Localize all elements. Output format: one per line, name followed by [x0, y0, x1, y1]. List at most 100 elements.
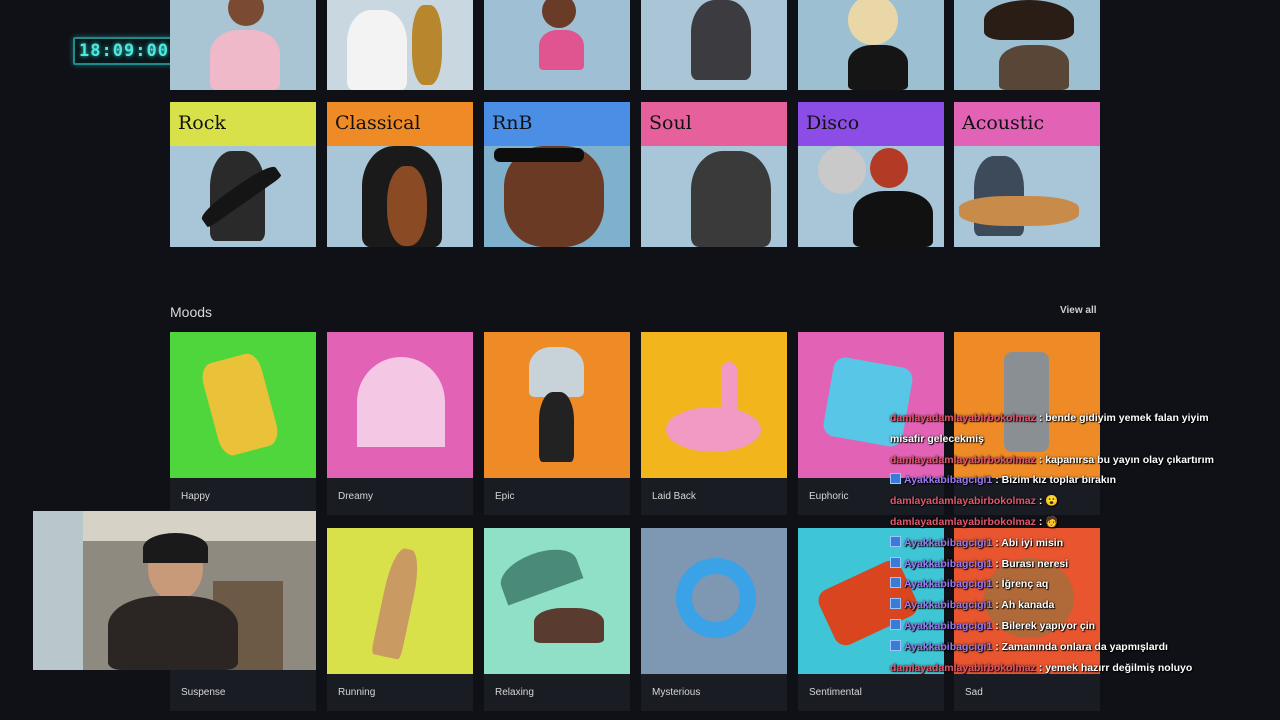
sunglasses [494, 148, 584, 162]
mood-label: Laid Back [652, 491, 696, 502]
mood-label: Sad [965, 687, 983, 698]
genre-tile-disco[interactable]: Disco [798, 102, 944, 247]
figure-body [848, 45, 908, 90]
subscriber-badge-icon [890, 535, 901, 547]
cowboy-hat [984, 0, 1074, 40]
mood-card-epic[interactable]: Epic [484, 332, 630, 515]
mood-card-running[interactable]: Running [327, 528, 473, 711]
ceiling [83, 511, 316, 541]
genre-label: RnB [484, 102, 630, 146]
genre-label: Classical [327, 102, 473, 146]
chat-username: Ayakkabibagcigi1 [904, 578, 993, 591]
view-all-link[interactable]: View all [1060, 305, 1097, 316]
genre-tile-rnb[interactable]: RnB [484, 102, 630, 247]
motorcycle [539, 392, 574, 462]
genre-tile-acoustic[interactable]: Acoustic [954, 102, 1100, 247]
mood-art [327, 332, 473, 478]
chat-username: damlayadamlayabirbokolmaz [890, 515, 1036, 528]
mood-label: Dreamy [338, 491, 374, 502]
figure-body [999, 45, 1069, 90]
chat-username: damlayadamlayabirbokolmaz [890, 661, 1036, 674]
figure-body [210, 30, 280, 90]
singer [691, 151, 771, 247]
photo-tile-6[interactable] [954, 0, 1100, 90]
chat-username: Ayakkabibagcigi1 [904, 536, 993, 549]
smiley-stack [198, 350, 282, 459]
chat-message: damlayadamlayabirbokolmaz : 😮 [890, 491, 1230, 512]
chat-text: : Burası neresi [992, 557, 1069, 570]
glass-ring [676, 558, 756, 638]
disco-ball [818, 146, 866, 194]
figure-head [228, 0, 264, 26]
genre-tile-soul[interactable]: Soul [641, 102, 787, 247]
mood-card-mysterious[interactable]: Mysterious [641, 528, 787, 711]
chat-message: Ayakkabibagcigi1 : Bilerek yapıyor çin [890, 616, 1230, 637]
chat-message: Ayakkabibagcigi1 : Ah kanada [890, 595, 1230, 616]
genre-image [954, 146, 1100, 247]
chat-text: : Bizim kız toplar bırakın [992, 474, 1117, 487]
dream-arch [357, 357, 445, 447]
photo-tile-2[interactable] [327, 0, 473, 90]
mood-card-happy[interactable]: Happy [170, 332, 316, 515]
chat-username: damlayadamlayabirbokolmaz [890, 453, 1036, 466]
photo-tile-5[interactable] [798, 0, 944, 90]
wooden-mannequin [370, 546, 424, 660]
photo-tile-1[interactable] [170, 0, 316, 90]
figure-body [853, 191, 933, 247]
chat-text: : 😮 [1035, 495, 1059, 508]
chat-username: Ayakkabibagcigi1 [904, 599, 993, 612]
chat-message: Ayakkabibagcigi1 : Bizim kız toplar bıra… [890, 470, 1230, 491]
genre-image [798, 146, 944, 247]
mood-label: Relaxing [495, 687, 534, 698]
mood-art [484, 528, 630, 674]
mood-card-dreamy[interactable]: Dreamy [327, 332, 473, 515]
genre-label: Disco [798, 102, 944, 146]
mood-label: Happy [181, 491, 210, 502]
chat-username: damlayadamlayabirbokolmaz [890, 495, 1036, 508]
genre-label: Acoustic [954, 102, 1100, 146]
headphones [143, 533, 208, 563]
photo-tile-4[interactable] [641, 0, 787, 90]
picnic-people [534, 608, 604, 643]
chat-text: : İğrenç aq [992, 578, 1049, 591]
genre-image [641, 146, 787, 247]
figure-body [539, 30, 584, 70]
mood-card-relaxing[interactable]: Relaxing [484, 528, 630, 711]
mood-art [641, 332, 787, 478]
mood-card-laid-back[interactable]: Laid Back [641, 332, 787, 515]
figure-body [347, 10, 407, 90]
chat-text: : Zamanında onlara da yapmışlardı [992, 640, 1168, 653]
mood-label: Sentimental [809, 687, 862, 698]
chat-message: damlayadamlayabirbokolmaz : bende gidiyi… [890, 408, 1230, 450]
chat-username: Ayakkabibagcigi1 [904, 557, 993, 570]
chat-message: Ayakkabibagcigi1 : İğrenç aq [890, 574, 1230, 595]
genre-image [327, 146, 473, 247]
chat-username: Ayakkabibagcigi1 [904, 619, 993, 632]
chat-message: Ayakkabibagcigi1 : Burası neresi [890, 554, 1230, 575]
mood-art [641, 528, 787, 674]
chat-username: Ayakkabibagcigi1 [904, 474, 993, 487]
stream-clock: 18:09:00 [73, 37, 175, 65]
mood-label: Running [338, 687, 376, 698]
chat-message: damlayadamlayabirbokolmaz : kapanırsa bu… [890, 450, 1230, 471]
mood-label: Mysterious [652, 687, 701, 698]
subscriber-badge-icon [890, 618, 901, 630]
genre-tile-rock[interactable]: Rock [170, 102, 316, 247]
photo-tile-3[interactable] [484, 0, 630, 90]
subscriber-badge-icon [890, 577, 901, 589]
genre-tile-classical[interactable]: Classical [327, 102, 473, 247]
chat-message: Ayakkabibagcigi1 : Abi iyi misin [890, 533, 1230, 554]
chat-overlay: damlayadamlayabirbokolmaz : bende gidiyi… [890, 408, 1230, 678]
mood-art [484, 332, 630, 478]
chat-message: Ayakkabibagcigi1 : Zamanında onlara da y… [890, 637, 1230, 658]
mood-label: Suspense [181, 687, 226, 698]
streamer-body [108, 596, 238, 670]
chat-text: : kapanırsa bu yayın olay çıkartırım [1035, 453, 1214, 466]
chat-username: damlayadamlayabirbokolmaz [890, 412, 1036, 424]
chat-message: damlayadamlayabirbokolmaz : 🧑 [890, 512, 1230, 533]
flamingo-neck [721, 362, 737, 417]
subscriber-badge-icon [890, 556, 901, 568]
chat-message: damlayadamlayabirbokolmaz : yemek hazırr… [890, 658, 1230, 679]
window-light [33, 511, 83, 670]
cello [387, 166, 427, 246]
